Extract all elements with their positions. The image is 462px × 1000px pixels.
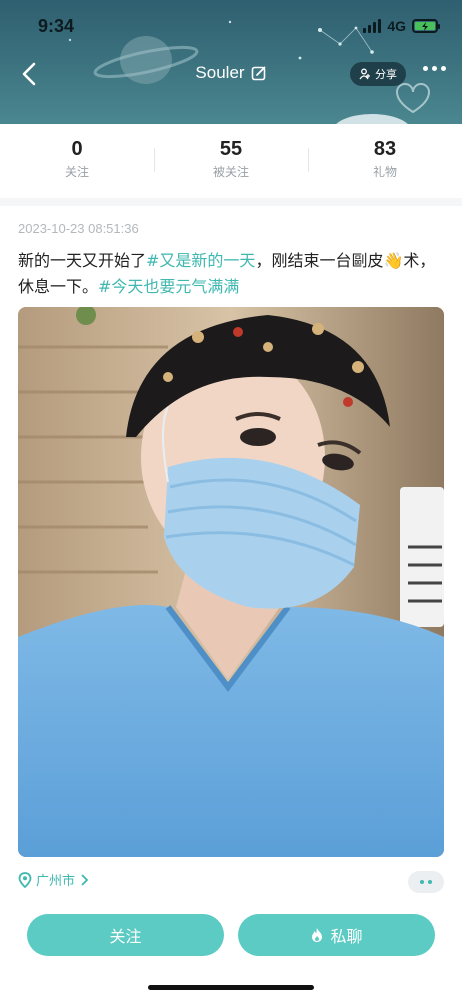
follow-label: 关注	[109, 927, 142, 946]
post-more-button[interactable]	[408, 871, 444, 893]
profile-header: 9:34 4G Souler 分享	[0, 0, 462, 124]
network-type: 4G	[387, 18, 406, 34]
post-text-part: 新的一天又开始了	[18, 251, 147, 270]
stat-label: 被关注	[212, 165, 249, 179]
stats-row: 0 关注 55 被关注 83 礼物	[0, 138, 462, 188]
status-bar: 9:34 4G	[0, 14, 462, 42]
hashtag-link[interactable]: #又是新的一天	[146, 251, 255, 270]
signal-icon	[363, 19, 382, 33]
stat-followers[interactable]: 55 被关注	[154, 138, 308, 188]
chevron-right-icon	[81, 873, 89, 886]
stat-gifts[interactable]: 83 礼物	[308, 138, 462, 188]
stat-value: 0	[71, 138, 83, 160]
edit-icon[interactable]	[251, 65, 267, 81]
stat-label: 关注	[64, 165, 89, 179]
post-photo[interactable]	[18, 307, 444, 857]
chat-label: 私聊	[330, 927, 363, 946]
status-time: 9:34	[38, 16, 75, 36]
location-tag[interactable]: 广州市	[18, 870, 89, 889]
selfie-image	[18, 307, 444, 857]
more-options-icon[interactable]	[423, 66, 446, 71]
hashtag-link[interactable]: #今天也要元气满满	[98, 277, 239, 296]
status-icons: 4G	[363, 18, 440, 34]
location-label: 广州市	[36, 874, 76, 889]
home-indicator[interactable]	[148, 985, 314, 990]
nav-bar: Souler 分享	[0, 58, 462, 92]
flame-icon	[312, 928, 323, 942]
stat-value: 55	[219, 138, 243, 160]
chat-button[interactable]: 私聊	[238, 914, 435, 956]
stat-value: 83	[373, 138, 397, 160]
battery-icon	[412, 19, 440, 33]
location-pin-icon	[18, 871, 32, 888]
action-bar: 关注 私聊	[27, 914, 435, 956]
section-divider	[0, 198, 462, 206]
share-label: 分享	[375, 68, 397, 81]
follow-button[interactable]: 关注	[27, 914, 224, 956]
stat-label: 礼物	[372, 165, 397, 179]
post-text: 新的一天又开始了#又是新的一天，刚结束一台剾皮👋术，休息一下。#今天也要元气满满	[18, 248, 444, 300]
page-title: Souler	[195, 63, 245, 82]
share-button[interactable]: 分享	[350, 62, 406, 86]
person-add-icon	[359, 68, 370, 80]
post-timestamp: 2023-10-23 08:51:36	[18, 221, 139, 236]
stat-following[interactable]: 0 关注	[0, 138, 154, 188]
